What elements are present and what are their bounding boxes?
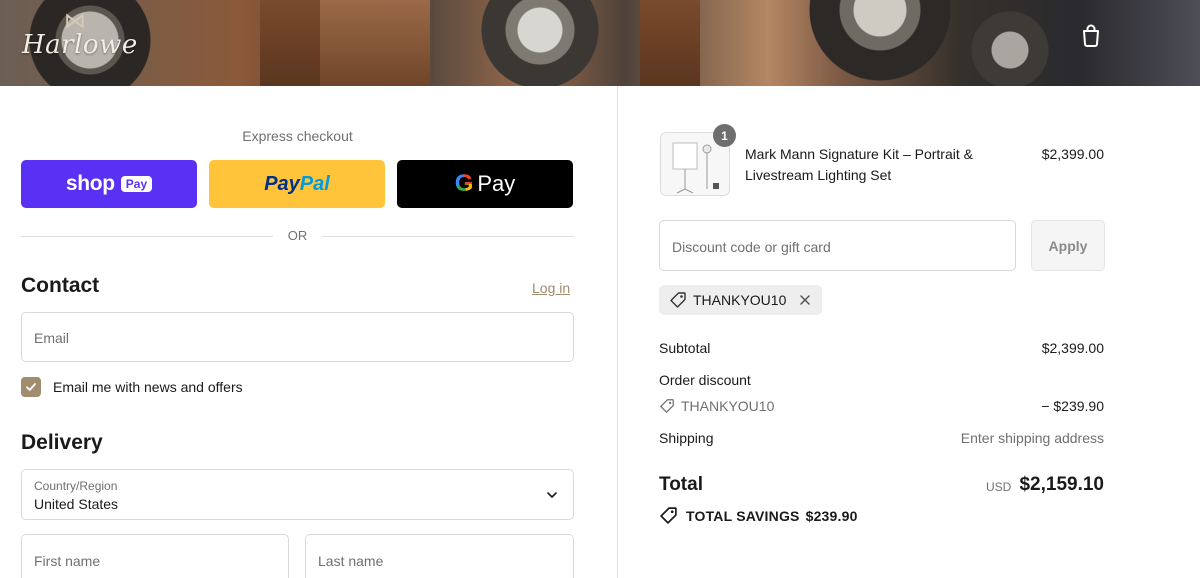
logo-bow-icon: ⋈ <box>64 8 86 33</box>
paypal-logo-part2: Pal <box>299 172 330 195</box>
login-link[interactable]: Log in <box>532 280 570 296</box>
header-banner: ⋈ Harlowe <box>0 0 1200 86</box>
currency-code: USD <box>986 480 1012 494</box>
order-discount-code-text: THANKYOU10 <box>681 398 775 414</box>
paypal-logo-part1: Pay <box>264 172 300 195</box>
shopping-bag-icon[interactable] <box>1078 22 1104 48</box>
tag-icon <box>670 292 686 308</box>
applied-code-text: THANKYOU10 <box>693 292 787 308</box>
google-g-icon: G <box>454 170 474 197</box>
close-icon[interactable] <box>798 293 812 307</box>
store-logo[interactable]: Harlowe <box>22 30 138 60</box>
paypal-button[interactable]: PayPal <box>209 160 385 208</box>
apply-discount-button[interactable]: Apply <box>1031 220 1105 271</box>
email-placeholder: Email <box>34 330 70 346</box>
banner-decor <box>320 0 430 86</box>
google-pay-button[interactable]: G Pay <box>397 160 573 208</box>
total-label: Total <box>659 474 703 495</box>
banner-decor <box>640 0 700 86</box>
savings-label: TOTAL SAVINGS <box>686 507 800 524</box>
divider-line <box>322 236 574 237</box>
order-discount-value: − $239.90 <box>1041 398 1104 414</box>
product-name: Mark Mann Signature Kit – Portrait & Liv… <box>745 146 973 183</box>
product-price: $2,399.00 <box>1041 146 1104 162</box>
order-discount-code: THANKYOU10 <box>659 398 774 414</box>
order-discount-label: Order discount <box>659 372 751 388</box>
country-select[interactable]: Country/Region United States <box>21 469 574 520</box>
contact-heading: Contact <box>21 274 100 297</box>
shipping-label: Shipping <box>659 430 714 446</box>
discount-code-input[interactable]: Discount code or gift card <box>659 220 1016 271</box>
first-name-field[interactable]: First name <box>21 534 289 578</box>
shop-pay-button[interactable]: shop Pay <box>21 160 197 208</box>
paypal-logo: PayPal <box>264 173 330 196</box>
google-pay-word: Pay <box>477 171 516 196</box>
express-checkout-label: Express checkout <box>242 128 353 144</box>
total-savings: TOTAL SAVINGS $239.90 <box>659 506 858 525</box>
checkout-form: Express checkout shop Pay PayPal G Pay O… <box>0 86 618 578</box>
order-summary: 1 Mark Mann Signature Kit – Portrait & L… <box>618 86 1200 578</box>
check-icon <box>26 383 36 391</box>
last-name-field[interactable]: Last name <box>305 534 574 578</box>
subtotal-label: Subtotal <box>659 340 711 356</box>
shipping-value: Enter shipping address <box>960 430 1104 446</box>
email-field[interactable]: Email <box>21 312 574 362</box>
last-name-placeholder: Last name <box>318 553 384 569</box>
newsletter-label: Email me with news and offers <box>53 379 243 395</box>
country-label: Country/Region <box>34 479 118 493</box>
chevron-down-icon <box>547 492 557 498</box>
delivery-heading: Delivery <box>21 431 103 454</box>
or-divider: OR <box>21 226 574 246</box>
newsletter-checkbox[interactable] <box>21 377 41 397</box>
shop-pay-tag: Pay <box>120 176 153 192</box>
newsletter-option[interactable]: Email me with news and offers <box>21 377 243 397</box>
tag-icon <box>660 507 677 524</box>
quantity-badge: 1 <box>713 124 736 147</box>
first-name-placeholder: First name <box>34 553 101 569</box>
discount-placeholder: Discount code or gift card <box>672 239 831 255</box>
shop-pay-word: shop <box>65 172 115 195</box>
subtotal-value: $2,399.00 <box>1041 340 1104 356</box>
applied-discount-chip: THANKYOU10 <box>659 285 823 315</box>
country-value: United States <box>34 496 119 512</box>
total-value: $2,159.10 <box>1019 474 1104 495</box>
tag-icon <box>660 399 674 413</box>
savings-value: $239.90 <box>805 507 858 524</box>
